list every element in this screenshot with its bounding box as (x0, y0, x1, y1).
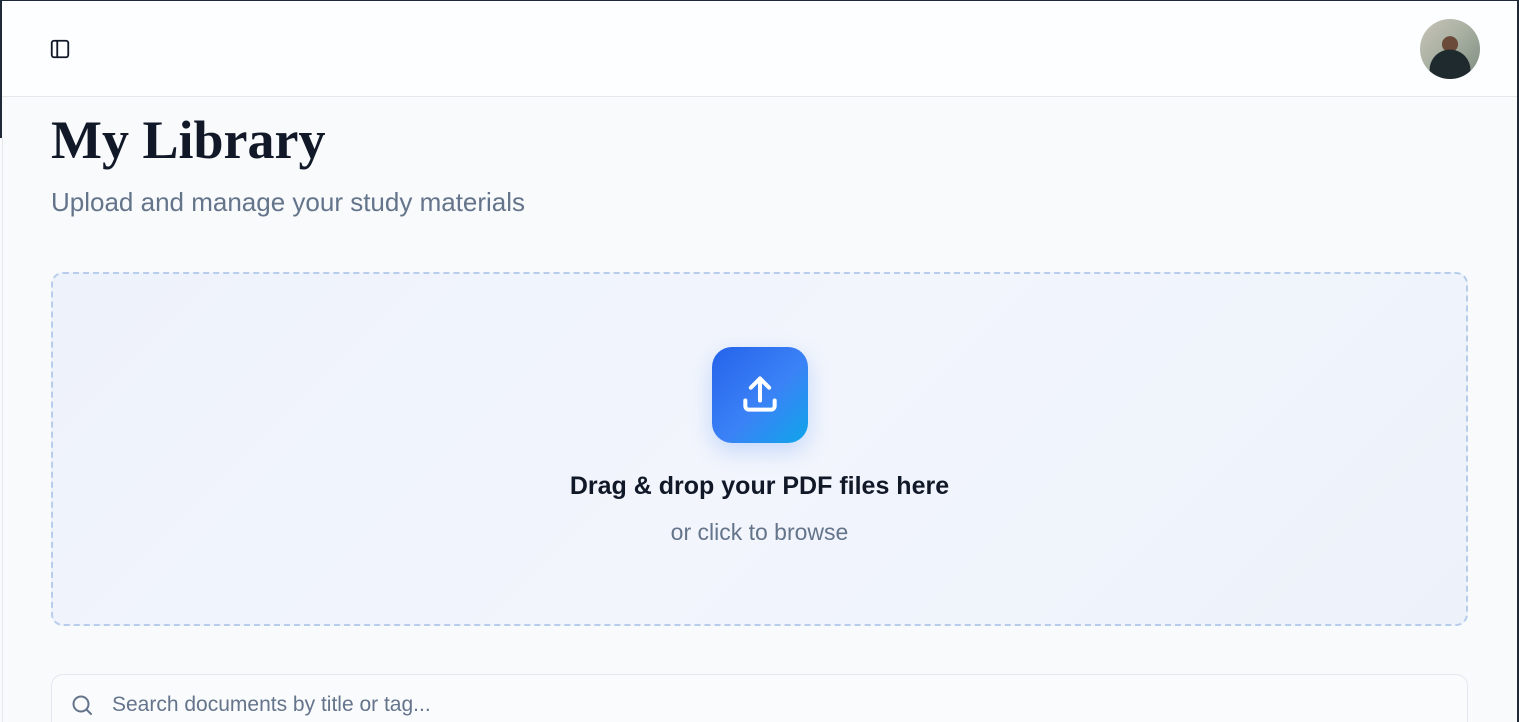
upload-icon-tile (712, 347, 808, 443)
search-bar (51, 674, 1468, 722)
page-subtitle: Upload and manage your study materials (51, 187, 526, 217)
file-dropzone[interactable]: Drag & drop your PDF files here or click… (51, 272, 1468, 626)
app-window: My Library Upload and manage your study … (0, 0, 1519, 722)
page-title: My Library (51, 110, 326, 170)
sidebar-toggle-button[interactable] (42, 31, 78, 67)
dropzone-browse-hint: or click to browse (670, 519, 849, 545)
top-bar (2, 1, 1517, 97)
search-input[interactable] (112, 689, 1412, 721)
dropzone-title: Drag & drop your PDF files here (569, 472, 950, 500)
user-avatar[interactable] (1420, 19, 1480, 79)
search-icon (72, 695, 92, 715)
upload-icon (743, 376, 777, 412)
content-border-left (2, 138, 3, 722)
sidebar-panel-icon (50, 39, 70, 59)
